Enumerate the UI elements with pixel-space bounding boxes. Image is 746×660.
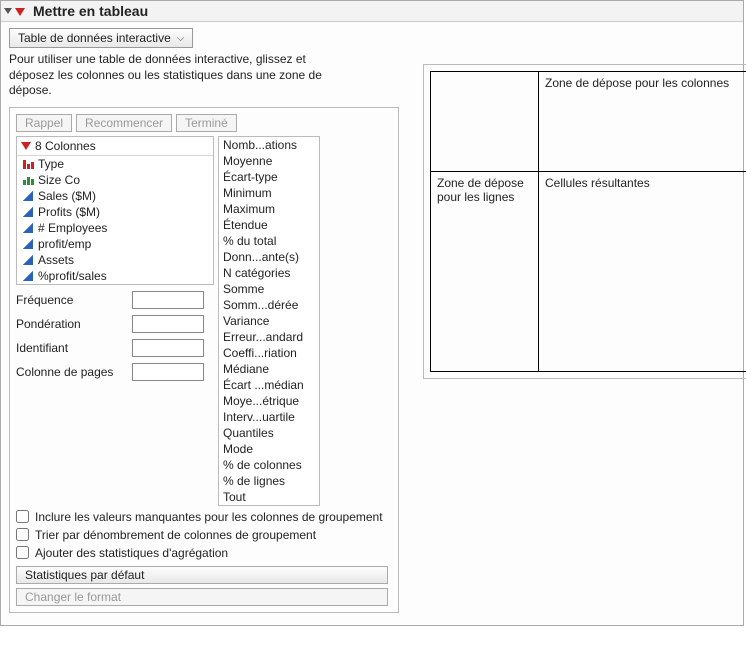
frequency-input[interactable]: [132, 291, 204, 309]
page-col-label: Colonne de pages: [16, 365, 132, 379]
column-item-label: Sales ($M): [38, 189, 96, 203]
controls-panel: Rappel Recommencer Terminé 8 Colonnes Ty…: [9, 107, 399, 613]
drop-zone-columns[interactable]: Zone de dépose pour les colonnes: [539, 72, 746, 172]
statistic-item[interactable]: Variance: [219, 313, 319, 329]
add-agg-stats-label: Ajouter des statistiques d'agrégation: [35, 546, 228, 560]
include-missing-label: Inclure les valeurs manquantes pour les …: [35, 510, 383, 524]
blue-tri-icon: [23, 191, 33, 201]
weight-label: Pondération: [16, 317, 132, 331]
statistic-item[interactable]: Interv...uartile: [219, 409, 319, 425]
sort-by-count-label: Trier par dénombrement de colonnes de gr…: [35, 528, 316, 542]
column-item-label: %profit/sales: [38, 269, 107, 283]
columns-list[interactable]: 8 Colonnes Type Size Co Sales ($M) Profits …: [16, 136, 214, 285]
green-bars-icon: [23, 175, 34, 185]
red-bars-icon: [23, 159, 34, 169]
statistic-item[interactable]: Coeffi...riation: [219, 345, 319, 361]
statistic-item[interactable]: Mode: [219, 441, 319, 457]
statistic-item[interactable]: % du total: [219, 233, 319, 249]
statistic-item[interactable]: Donn...ante(s): [219, 249, 319, 265]
statistic-item[interactable]: Erreur...andard: [219, 329, 319, 345]
panel-title: Mettre en tableau: [33, 3, 148, 19]
include-missing-checkbox[interactable]: [16, 510, 29, 523]
statistic-item[interactable]: Écart ...médian: [219, 377, 319, 393]
columns-count-label: 8 Colonnes: [35, 139, 96, 153]
statistic-item[interactable]: Moye...étrique: [219, 393, 319, 409]
column-item-label: Size Co: [38, 173, 80, 187]
blue-tri-icon: [23, 207, 33, 217]
statistic-item[interactable]: Écart-type: [219, 169, 319, 185]
data-table-mode-dropdown[interactable]: Table de données interactive ⌵: [9, 28, 193, 48]
column-item[interactable]: %profit/sales: [17, 268, 213, 284]
drop-zone-panel: Zone de dépose pour les colonnes Zone de…: [423, 64, 746, 379]
add-agg-stats-checkbox[interactable]: [16, 546, 29, 559]
statistics-list[interactable]: Nomb...ationsMoyenneÉcart-typeMinimumMax…: [218, 136, 320, 506]
change-format-button[interactable]: Changer le format: [16, 588, 388, 606]
panel-titlebar: Mettre en tableau: [1, 1, 743, 22]
ident-input[interactable]: [132, 339, 204, 357]
weight-input[interactable]: [132, 315, 204, 333]
disclosure-icon[interactable]: [4, 8, 12, 14]
recall-button[interactable]: Rappel: [16, 114, 72, 132]
menu-triangle-icon[interactable]: [15, 8, 25, 16]
instruction-text: Pour utiliser une table de données inter…: [9, 52, 329, 99]
statistic-item[interactable]: Minimum: [219, 185, 319, 201]
drop-grid: Zone de dépose pour les colonnes Zone de…: [430, 71, 746, 372]
chevron-down-icon: ⌵: [177, 33, 185, 44]
redo-button[interactable]: Recommencer: [76, 114, 172, 132]
column-item[interactable]: Sales ($M): [17, 188, 213, 204]
column-item-label: Assets: [38, 253, 74, 267]
statistic-item[interactable]: Somm...dérée: [219, 297, 319, 313]
columns-list-header[interactable]: 8 Colonnes: [17, 137, 213, 156]
column-item[interactable]: Type: [17, 156, 213, 172]
column-item-label: # Employees: [38, 221, 107, 235]
statistic-item[interactable]: % de lignes: [219, 473, 319, 489]
statistic-item[interactable]: Médiane: [219, 361, 319, 377]
default-stats-button[interactable]: Statistiques par défaut: [16, 566, 388, 584]
statistic-item[interactable]: Maximum: [219, 201, 319, 217]
column-item[interactable]: profit/emp: [17, 236, 213, 252]
drop-zone-rows[interactable]: Zone de dépose pour les lignes: [431, 172, 539, 372]
frequency-label: Fréquence: [16, 293, 132, 307]
blue-tri-icon: [23, 239, 33, 249]
statistic-item[interactable]: Somme: [219, 281, 319, 297]
column-item-label: profit/emp: [38, 237, 91, 251]
statistic-item[interactable]: Nomb...ations: [219, 137, 319, 153]
statistic-item[interactable]: Étendue: [219, 217, 319, 233]
drop-zone-empty[interactable]: [431, 72, 539, 172]
ident-label: Identifiant: [16, 341, 132, 355]
column-item[interactable]: # Employees: [17, 220, 213, 236]
column-item[interactable]: Assets: [17, 252, 213, 268]
statistic-item[interactable]: Tout: [219, 489, 319, 505]
drop-zone-cells[interactable]: Cellules résultantes: [539, 172, 746, 372]
done-button[interactable]: Terminé: [176, 114, 237, 132]
statistic-item[interactable]: Moyenne: [219, 153, 319, 169]
column-item[interactable]: Size Co: [17, 172, 213, 188]
blue-tri-icon: [23, 223, 33, 233]
columns-menu-icon[interactable]: [21, 142, 31, 150]
column-item-label: Profits ($M): [38, 205, 100, 219]
blue-tri-icon: [23, 271, 33, 281]
statistic-item[interactable]: N catégories: [219, 265, 319, 281]
statistic-item[interactable]: Quantiles: [219, 425, 319, 441]
page-col-input[interactable]: [132, 363, 204, 381]
dropdown-label: Table de données interactive: [18, 31, 171, 45]
statistic-item[interactable]: % de colonnes: [219, 457, 319, 473]
column-item-label: Type: [38, 157, 64, 171]
blue-tri-icon: [23, 255, 33, 265]
sort-by-count-checkbox[interactable]: [16, 528, 29, 541]
column-item[interactable]: Profits ($M): [17, 204, 213, 220]
